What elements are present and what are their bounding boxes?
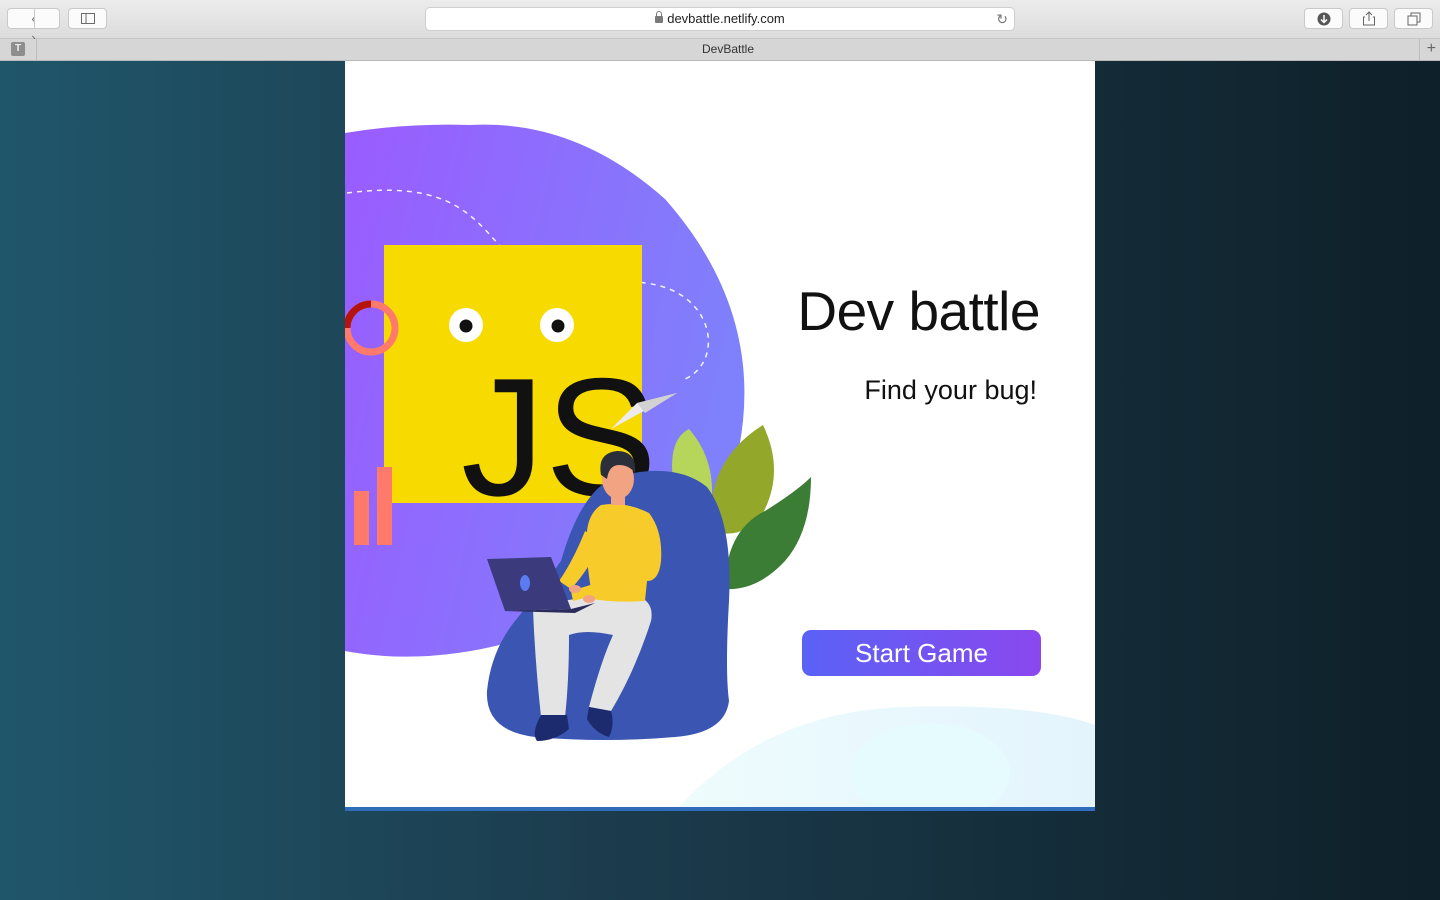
new-tab-icon[interactable]: +	[1427, 39, 1436, 59]
share-icon	[1362, 11, 1375, 26]
share-button[interactable]	[1349, 8, 1388, 29]
page-title: Dev battle	[797, 280, 1040, 342]
decor-bar-tall	[377, 467, 392, 545]
browser-toolbar: ‹› devbattle.netlify.com ↻	[0, 0, 1440, 45]
tab-devbattle[interactable]: DevBattle	[36, 39, 1420, 60]
page-viewport: JS Dev battle Find your bug! Start Game	[0, 61, 1440, 900]
tabs-icon	[1407, 12, 1420, 26]
tab-bar: T DevBattle +	[0, 39, 1440, 61]
download-icon	[1317, 12, 1330, 26]
page-subtitle: Find your bug!	[864, 375, 1037, 405]
url-text: devbattle.netlify.com	[667, 11, 785, 26]
hero-illustration: JS	[345, 124, 1095, 811]
sidebar-button[interactable]	[68, 8, 107, 29]
laptop-logo	[520, 575, 530, 591]
sidebar-icon	[80, 13, 95, 24]
start-game-button[interactable]: Start Game	[802, 630, 1041, 676]
lock-icon	[655, 11, 664, 23]
reload-icon[interactable]: ↻	[996, 8, 1008, 30]
nav-buttons: ‹›	[7, 8, 60, 45]
tab-favicon: T	[11, 42, 25, 56]
address-bar[interactable]: devbattle.netlify.com ↻	[425, 7, 1015, 31]
download-button[interactable]	[1304, 8, 1343, 29]
tabs-overview-button[interactable]	[1394, 8, 1433, 29]
card-bottom-border	[345, 807, 1095, 811]
game-card: JS Dev battle Find your bug! Start Game	[345, 61, 1095, 811]
decor-bar-short	[354, 491, 369, 545]
